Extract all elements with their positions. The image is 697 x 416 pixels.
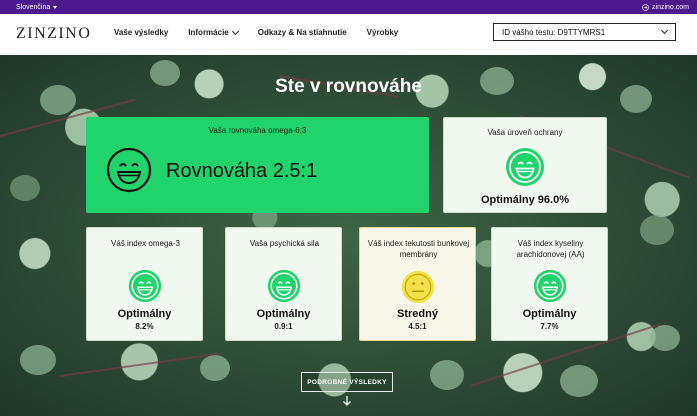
chevron-down-icon bbox=[231, 27, 239, 35]
language-selector[interactable]: Slovenčina bbox=[16, 3, 58, 11]
happy-face-icon bbox=[267, 269, 301, 303]
card-label: Váš index kyseliny arachidonovej (AA) bbox=[516, 239, 585, 259]
site-label: zinzino.com bbox=[652, 3, 689, 11]
card-label: Vaša psychická sila bbox=[249, 239, 320, 248]
neutral-face-icon bbox=[401, 270, 435, 304]
card-status: Stredný bbox=[397, 308, 438, 320]
protection-status: Optimálny 96.0% bbox=[480, 194, 570, 206]
page-title: Ste v rovnováhe bbox=[275, 76, 422, 97]
omega3-index-card: Váš index omega-3 Optimálny 8.2% bbox=[86, 227, 203, 341]
mental-strength-card: Vaša psychická sila Optimálny 0.9:1 bbox=[225, 227, 342, 341]
chevron-down-icon bbox=[660, 26, 669, 35]
nav-item-information[interactable]: Informácie bbox=[188, 27, 239, 37]
nav-item-label: Výrobky bbox=[366, 28, 399, 37]
arachidonic-acid-card: Váš index kyseliny arachidonovej (AA) Op… bbox=[491, 227, 608, 341]
membrane-fluidity-card: Váš index tekutosti bunkovej membrány St… bbox=[359, 227, 476, 341]
nav-item-label: Vaše výsledky bbox=[114, 28, 169, 37]
card-value: 8.2% bbox=[135, 322, 154, 331]
nav-item-downloads[interactable]: Odkazy & Na stiahnutie bbox=[258, 28, 347, 37]
balance-card: Vaša rovnováha omega-6:3 Rovnováha 2.5:1 bbox=[86, 117, 429, 213]
nav-item-products[interactable]: Výrobky bbox=[367, 28, 399, 37]
nav-item-label: Informácie bbox=[188, 28, 229, 37]
happy-face-icon bbox=[533, 269, 567, 303]
detailed-results-button[interactable]: PODROBNÉ VÝSLEDKY bbox=[301, 372, 393, 392]
protection-label: Vaša úroveň ochrany bbox=[487, 128, 563, 137]
card-value: 7.7% bbox=[540, 322, 559, 331]
nav-item-label: Odkazy & Na stiahnutie bbox=[257, 28, 347, 37]
test-id-value: ID vášho testu: D9TTYMRS1 bbox=[502, 27, 606, 37]
language-label: Slovenčina bbox=[16, 3, 51, 11]
card-label: Váš index tekutosti bunkovej membrány bbox=[367, 239, 470, 259]
happy-face-icon bbox=[505, 147, 545, 187]
main-nav: Vaše výsledky Informácie Odkazy & Na sti… bbox=[114, 27, 418, 37]
nav-item-results[interactable]: Vaše výsledky bbox=[114, 28, 168, 37]
card-value: 4.5:1 bbox=[408, 322, 427, 331]
card-value: 0.9:1 bbox=[274, 322, 293, 331]
card-status: Optimálny bbox=[117, 308, 172, 320]
top-bar: Slovenčina zinzino.com bbox=[0, 0, 697, 14]
site-link[interactable]: zinzino.com bbox=[642, 4, 689, 11]
card-status: Optimálny bbox=[256, 308, 311, 320]
card-status: Optimálny bbox=[522, 308, 577, 320]
balance-value: Rovnováha 2.5:1 bbox=[166, 160, 318, 182]
protection-card: Vaša úroveň ochrany Optimálny 96.0% bbox=[443, 117, 607, 213]
main-header: ZINZINO Vaše výsledky Informácie Odkazy … bbox=[0, 14, 697, 55]
caret-down-icon bbox=[53, 6, 58, 9]
external-link-icon bbox=[642, 3, 649, 11]
happy-face-icon bbox=[128, 269, 162, 303]
happy-face-icon bbox=[106, 147, 152, 193]
card-label: Váš index omega-3 bbox=[111, 239, 180, 248]
balance-label: Vaša rovnováha omega-6:3 bbox=[208, 126, 307, 135]
arrow-down-icon[interactable] bbox=[341, 395, 353, 407]
zinzino-logo[interactable]: ZINZINO bbox=[16, 25, 91, 43]
test-id-select[interactable]: ID vášho testu: D9TTYMRS1 bbox=[493, 23, 676, 41]
